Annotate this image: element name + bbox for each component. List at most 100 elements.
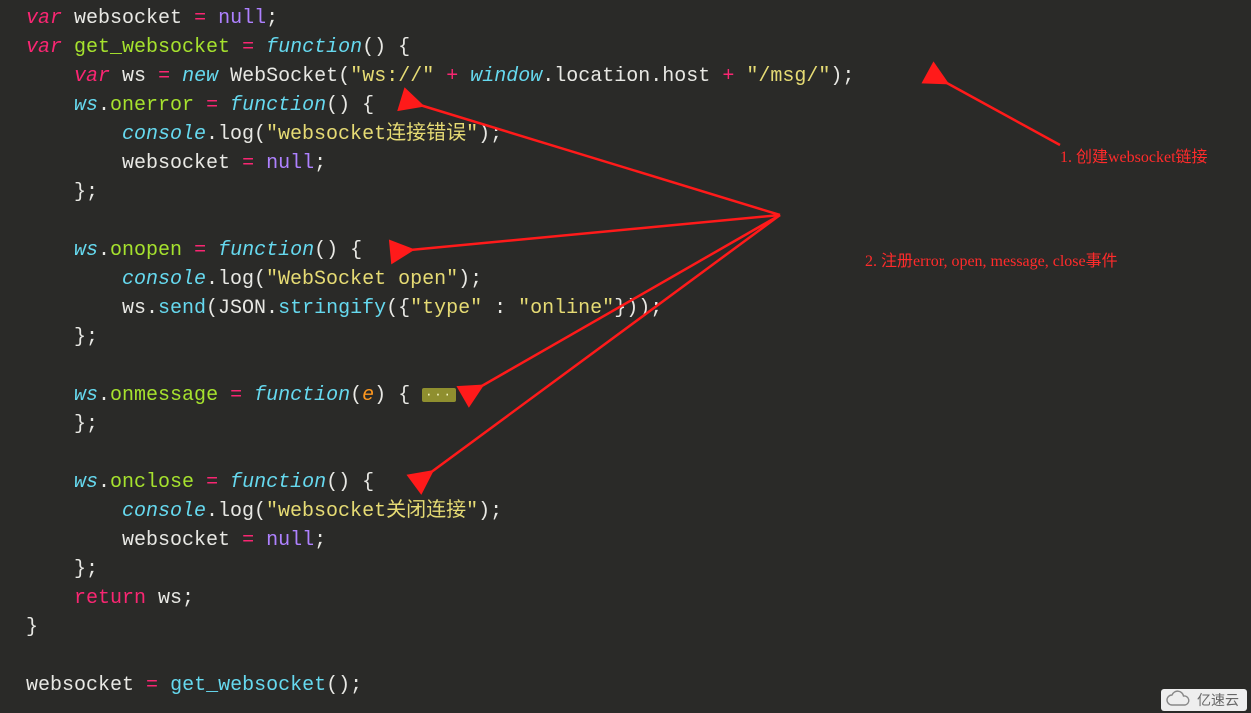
func-call: get_websocket xyxy=(170,674,326,697)
brace: } xyxy=(26,616,38,639)
builtin: console xyxy=(122,500,206,523)
op: = xyxy=(158,65,170,88)
prop: .location.host xyxy=(542,65,710,88)
brace: }; xyxy=(74,326,98,349)
method: .log( xyxy=(206,500,266,523)
builtin: window xyxy=(470,65,542,88)
ident: websocket xyxy=(122,529,230,552)
keyword-function: function xyxy=(230,471,326,494)
ident: ws xyxy=(74,94,98,117)
punct: : xyxy=(494,297,506,320)
keyword-function: function xyxy=(218,239,314,262)
brace: { xyxy=(350,239,362,262)
watermark: 亿速云 xyxy=(1161,689,1247,711)
code-editor[interactable]: var websocket = null; var get_websocket … xyxy=(0,0,1251,713)
ident: ws; xyxy=(158,587,194,610)
brace: }; xyxy=(74,558,98,581)
ident: ws xyxy=(122,65,146,88)
method: .log( xyxy=(206,268,266,291)
punct: ( xyxy=(350,384,362,407)
ident: websocket xyxy=(26,674,134,697)
ident: ws xyxy=(74,384,98,407)
punct: ); xyxy=(478,500,502,523)
ident: websocket xyxy=(122,152,230,175)
punct: () xyxy=(362,36,386,59)
brace: { xyxy=(398,36,410,59)
fold-marker[interactable]: ··· xyxy=(422,388,456,402)
op: + xyxy=(446,65,458,88)
punct: ; xyxy=(266,7,278,30)
op: = xyxy=(206,471,218,494)
punct: ; xyxy=(314,152,326,175)
prop: onclose xyxy=(110,471,194,494)
keyword-return: return xyxy=(74,587,146,610)
null: null xyxy=(266,529,314,552)
punct: . xyxy=(98,94,110,117)
string: "WebSocket open" xyxy=(266,268,458,291)
punct: ); xyxy=(458,268,482,291)
cloud-icon xyxy=(1165,690,1191,711)
punct: () xyxy=(326,471,350,494)
punct: () xyxy=(326,94,350,117)
keyword-var: var xyxy=(26,36,62,59)
op: = xyxy=(194,239,206,262)
keyword-function: function xyxy=(254,384,350,407)
annotation-text-2: 2. 注册error, open, message, close事件 xyxy=(865,247,1118,271)
keyword-var: var xyxy=(74,65,110,88)
punct: ); xyxy=(830,65,854,88)
keyword-function: function xyxy=(266,36,362,59)
brace: { xyxy=(398,384,410,407)
op: = xyxy=(242,152,254,175)
brace: }; xyxy=(74,413,98,436)
null: null xyxy=(266,152,314,175)
punct: () xyxy=(314,239,338,262)
builtin: console xyxy=(122,268,206,291)
prop: onmessage xyxy=(110,384,218,407)
punct: ) xyxy=(374,384,386,407)
annotation-text-1: 1. 创建websocket链接 xyxy=(1060,143,1208,167)
punct: })); xyxy=(614,297,662,320)
punct: . xyxy=(98,384,110,407)
punct: . xyxy=(98,239,110,262)
prop: onopen xyxy=(110,239,182,262)
string: "websocket关闭连接" xyxy=(266,500,478,523)
ident: ws. xyxy=(122,297,158,320)
null: null xyxy=(218,7,266,30)
string: "websocket连接错误" xyxy=(266,123,478,146)
ident: get_websocket xyxy=(74,36,230,59)
keyword-function: function xyxy=(230,94,326,117)
punct: ); xyxy=(478,123,502,146)
brace: { xyxy=(362,94,374,117)
op: + xyxy=(722,65,734,88)
watermark-text: 亿速云 xyxy=(1197,690,1239,710)
ident: ws xyxy=(74,239,98,262)
ident: websocket xyxy=(74,7,182,30)
method: stringify xyxy=(278,297,386,320)
punct: ( xyxy=(338,65,350,88)
method: send xyxy=(158,297,206,320)
param: e xyxy=(362,384,374,407)
method: .log( xyxy=(206,123,266,146)
punct: . xyxy=(98,471,110,494)
string: "type" xyxy=(410,297,482,320)
string: "online" xyxy=(518,297,614,320)
op: = xyxy=(206,94,218,117)
op: = xyxy=(194,7,206,30)
prop: onerror xyxy=(110,94,194,117)
code-block: var websocket = null; var get_websocket … xyxy=(0,0,1251,700)
punct: ({ xyxy=(386,297,410,320)
punct: (JSON. xyxy=(206,297,278,320)
string: "ws://" xyxy=(350,65,434,88)
op: = xyxy=(230,384,242,407)
ident: ws xyxy=(74,471,98,494)
op: = xyxy=(242,529,254,552)
string: "/msg/" xyxy=(746,65,830,88)
class: WebSocket xyxy=(230,65,338,88)
punct: (); xyxy=(326,674,362,697)
brace: }; xyxy=(74,181,98,204)
keyword-var: var xyxy=(26,7,62,30)
brace: { xyxy=(362,471,374,494)
keyword-new: new xyxy=(182,65,218,88)
op: = xyxy=(242,36,254,59)
op: = xyxy=(146,674,158,697)
